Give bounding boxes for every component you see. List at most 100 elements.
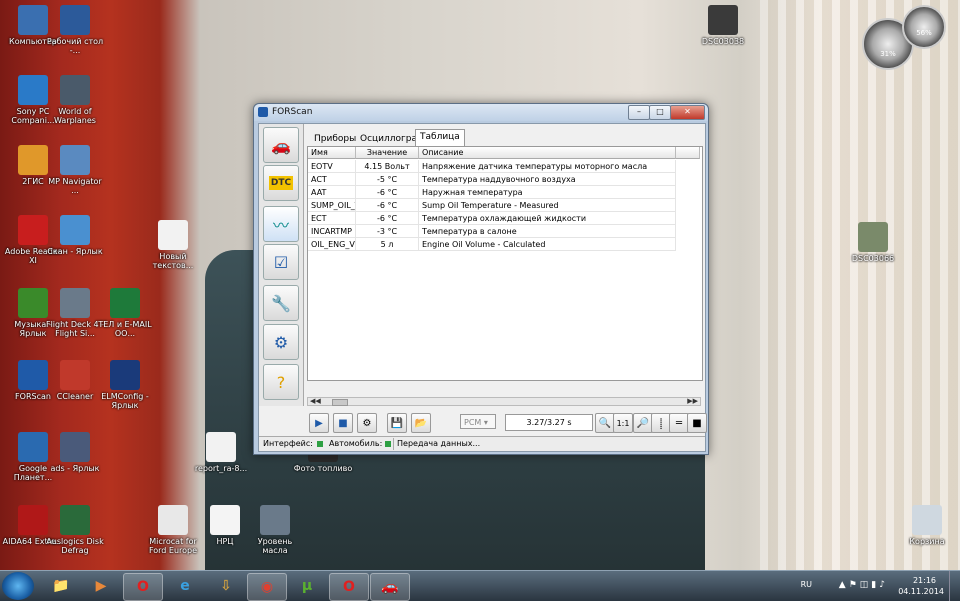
column-header-value[interactable]: Значение [356,147,419,159]
tab-gauges[interactable]: Приборы [309,131,361,147]
explorer-taskbar-icon[interactable]: 📁 [42,573,80,599]
pdf-desktop-shortcut[interactable]: report_ra-8... [190,432,252,473]
zoom-out-button[interactable]: 🔎 [633,413,653,433]
cell-name: INCARTMP [308,225,356,238]
ie-taskbar-icon[interactable]: e [166,573,204,599]
status-separator [393,438,394,450]
excel-desktop-shortcut[interactable]: ТЕЛ и E-MAIL ОО... [94,288,156,338]
warplanes-desktop-shortcut[interactable]: World of Warplanes [44,75,106,125]
cell-name: EOTV [308,160,356,173]
pid-table: Имя Значение Описание EOTV 4.15 Вольт Напр… [307,146,703,381]
tests-button[interactable]: ☑ [263,244,299,280]
table-row[interactable]: ACT -5 °C Температура наддувочного воздуха [308,173,678,186]
ram-meter-gadget[interactable]: 56% [902,5,946,49]
service-button[interactable]: 🔧 [263,285,299,321]
photo-icon [858,222,888,252]
clock-time[interactable]: 21:16 [913,576,936,585]
table-row[interactable]: OIL_ENG_VO 5 л Engine Oil Volume - Calcula… [308,238,678,251]
maximize-button[interactable]: □ [649,105,671,120]
settings-button[interactable]: ⚙ [263,324,299,360]
table-row[interactable]: SUMP_OIL_T -6 °C Sump Oil Temperature - Me… [308,199,678,212]
dtc-button[interactable]: DTC [263,165,299,201]
elmconfig-icon [110,360,140,390]
title-bar[interactable]: FORScan – □ ✕ [254,104,708,121]
text-file-desktop-shortcut[interactable]: Новый текстов... [142,220,204,270]
vehicle-info-button[interactable]: 🚗 [263,127,299,163]
opera-taskbar-icon[interactable]: O [123,573,163,601]
open-button[interactable]: 📂 [411,413,431,433]
photo-desktop-shortcut[interactable]: DSC03066 [842,222,904,263]
black-square-icon: ■ [692,417,702,429]
minimize-button[interactable]: – [628,105,650,120]
marker-icon: ⸽ [659,419,663,430]
oscilloscope-button[interactable]: 〰 [263,206,299,242]
desktop-icon-label: World of Warplanes [54,107,96,125]
play-button[interactable]: ▶ [309,413,329,433]
play-icon: ▶ [315,417,323,429]
desktop-desktop-shortcut[interactable]: Рабочий стол -... [44,5,106,55]
downloads-taskbar-icon[interactable]: ⇩ [207,573,245,599]
cell-desc: Температура в салоне [419,225,676,238]
opera2-taskbar-icon[interactable]: O [329,573,369,601]
mp-navigator-desktop-shortcut[interactable]: MP Navigator ... [44,145,106,195]
scroll-left-icon[interactable]: ◀◀ [310,398,321,405]
cell-value: -6 °C [356,199,419,212]
marker-button[interactable]: ⸽ [651,413,671,433]
defrag-desktop-shortcut[interactable]: Auslogics Disk Defrag [44,505,106,555]
stop-button[interactable]: ■ [333,413,353,433]
table-row[interactable]: EOTV 4.15 Вольт Напряжение датчика темпера… [308,160,678,173]
table-row[interactable]: INCARTMP -3 °C Температура в салоне [308,225,678,238]
help-button[interactable]: ? [263,364,299,400]
zoom-in-button[interactable]: 🔍 [595,413,615,433]
stop-icon: ■ [338,417,348,429]
interface-label: Интерфейс: [263,439,313,448]
cell-desc: Температура наддувочного воздуха [419,173,676,186]
tray-icons[interactable]: ▲⚑◫▮♪ [839,580,888,590]
help-icon: ? [276,372,286,392]
text-file-icon [158,220,188,250]
column-header-name[interactable]: Имя [308,147,356,159]
desktop-icon-label: DSC03066 [851,254,895,263]
oil-level-desktop-shortcut[interactable]: Уровень масла [244,505,306,555]
folder-open-icon: 📂 [414,417,428,429]
desktop-icon-label: DSC03038 [701,37,745,46]
column-header-description[interactable]: Описание [419,147,676,159]
start-button[interactable] [2,572,34,600]
media-player-taskbar-icon[interactable]: ▶ [82,573,120,599]
cell-desc: Наружная температура [419,186,676,199]
table-row[interactable]: ECT -6 °C Температура охлаждающей жидкости [308,212,678,225]
desktop-icon-label: report_ra-8... [194,464,248,473]
interface-led [317,441,323,447]
elmconfig-desktop-shortcut[interactable]: ELMConfig - Ярлык [94,360,156,410]
module-select[interactable]: PCM ▾ [460,414,496,429]
close-button[interactable]: ✕ [670,105,705,120]
desktop-icon-label: Уровень масла [257,537,293,555]
utorrent-taskbar-icon[interactable]: µ [288,573,326,599]
table-row[interactable]: AAT -6 °C Наружная температура [308,186,678,199]
save-button[interactable]: 💾 [387,413,407,433]
clock-date[interactable]: 04.11.2014 [898,587,944,596]
show-desktop-button[interactable] [949,571,960,601]
photo-icon [708,5,738,35]
ads-desktop-shortcut[interactable]: ads - Ярлык [44,432,106,473]
zoom-1-1-button[interactable]: 1:1 [613,413,633,433]
horizontal-scrollbar[interactable]: ◀◀ ▶▶ [307,397,701,406]
photo-desktop-shortcut[interactable]: DSC03038 [692,5,754,46]
config-button[interactable]: ⚙ [357,413,377,433]
chrome-taskbar-icon[interactable]: ◉ [247,573,287,601]
cell-value: -3 °C [356,225,419,238]
scroll-right-icon[interactable]: ▶▶ [687,398,698,405]
language-indicator[interactable]: RU [801,580,812,589]
desktop-icon-label: ТЕЛ и E-MAIL ОО... [98,320,152,338]
lines-button[interactable]: ═ [669,413,689,433]
forscan-taskbar-icon[interactable]: 🚗 [370,573,410,601]
scan-desktop-shortcut[interactable]: Скан - Ярлык [44,215,106,256]
sidebar: 🚗 DTC 〰 ☑ 🔧 ⚙ ? [259,124,304,406]
recycle-bin-desktop-shortcut[interactable]: Корзина [896,505,958,546]
tab-table[interactable]: Таблица [415,129,465,146]
gear-small-icon: ⚙ [362,417,372,429]
taskbar: 📁 ▶ O e ⇩ ◉ µ O 🚗 RU ▲⚑◫▮♪ 21:16 04.11.2… [0,570,960,601]
scroll-thumb[interactable] [332,399,348,406]
background-button[interactable]: ■ [687,413,707,433]
window-client: 🚗 DTC 〰 ☑ 🔧 ⚙ ? Приборы Осциллограф Табл… [258,123,707,452]
